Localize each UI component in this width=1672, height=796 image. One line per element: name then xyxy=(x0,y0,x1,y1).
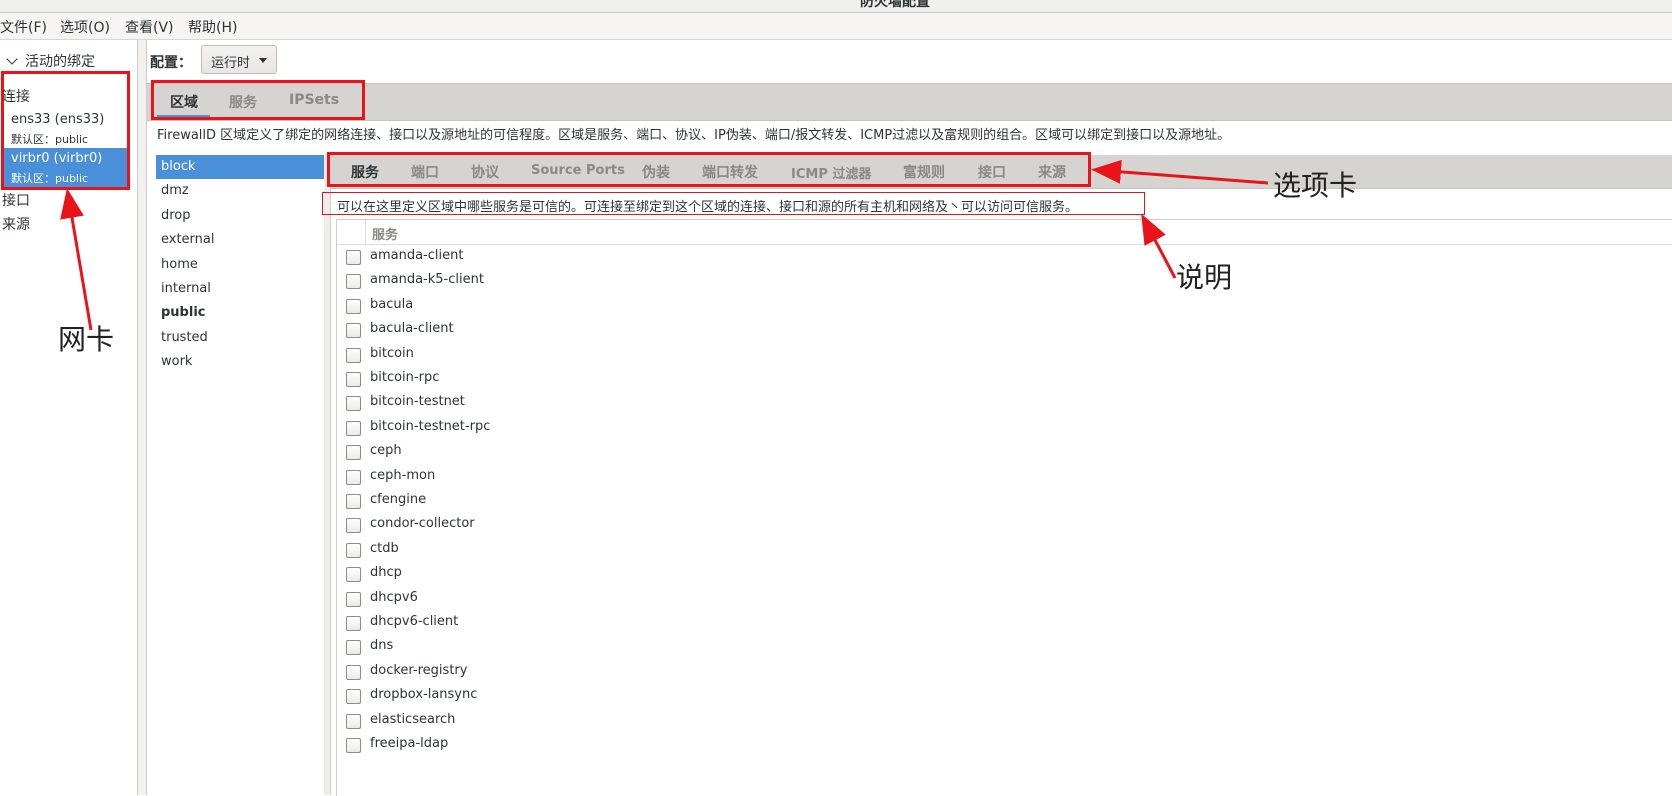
annotation-arrows xyxy=(60,159,1269,331)
annotation-label-description: 说明 xyxy=(1176,261,1233,294)
arrow-to-description xyxy=(1141,213,1177,279)
annotation-label-nic: 网卡 xyxy=(58,323,115,356)
arrow-to-tabs xyxy=(1091,159,1269,185)
arrow-to-nic xyxy=(60,188,93,331)
annotation-label-tabs: 选项卡 xyxy=(1273,169,1358,202)
